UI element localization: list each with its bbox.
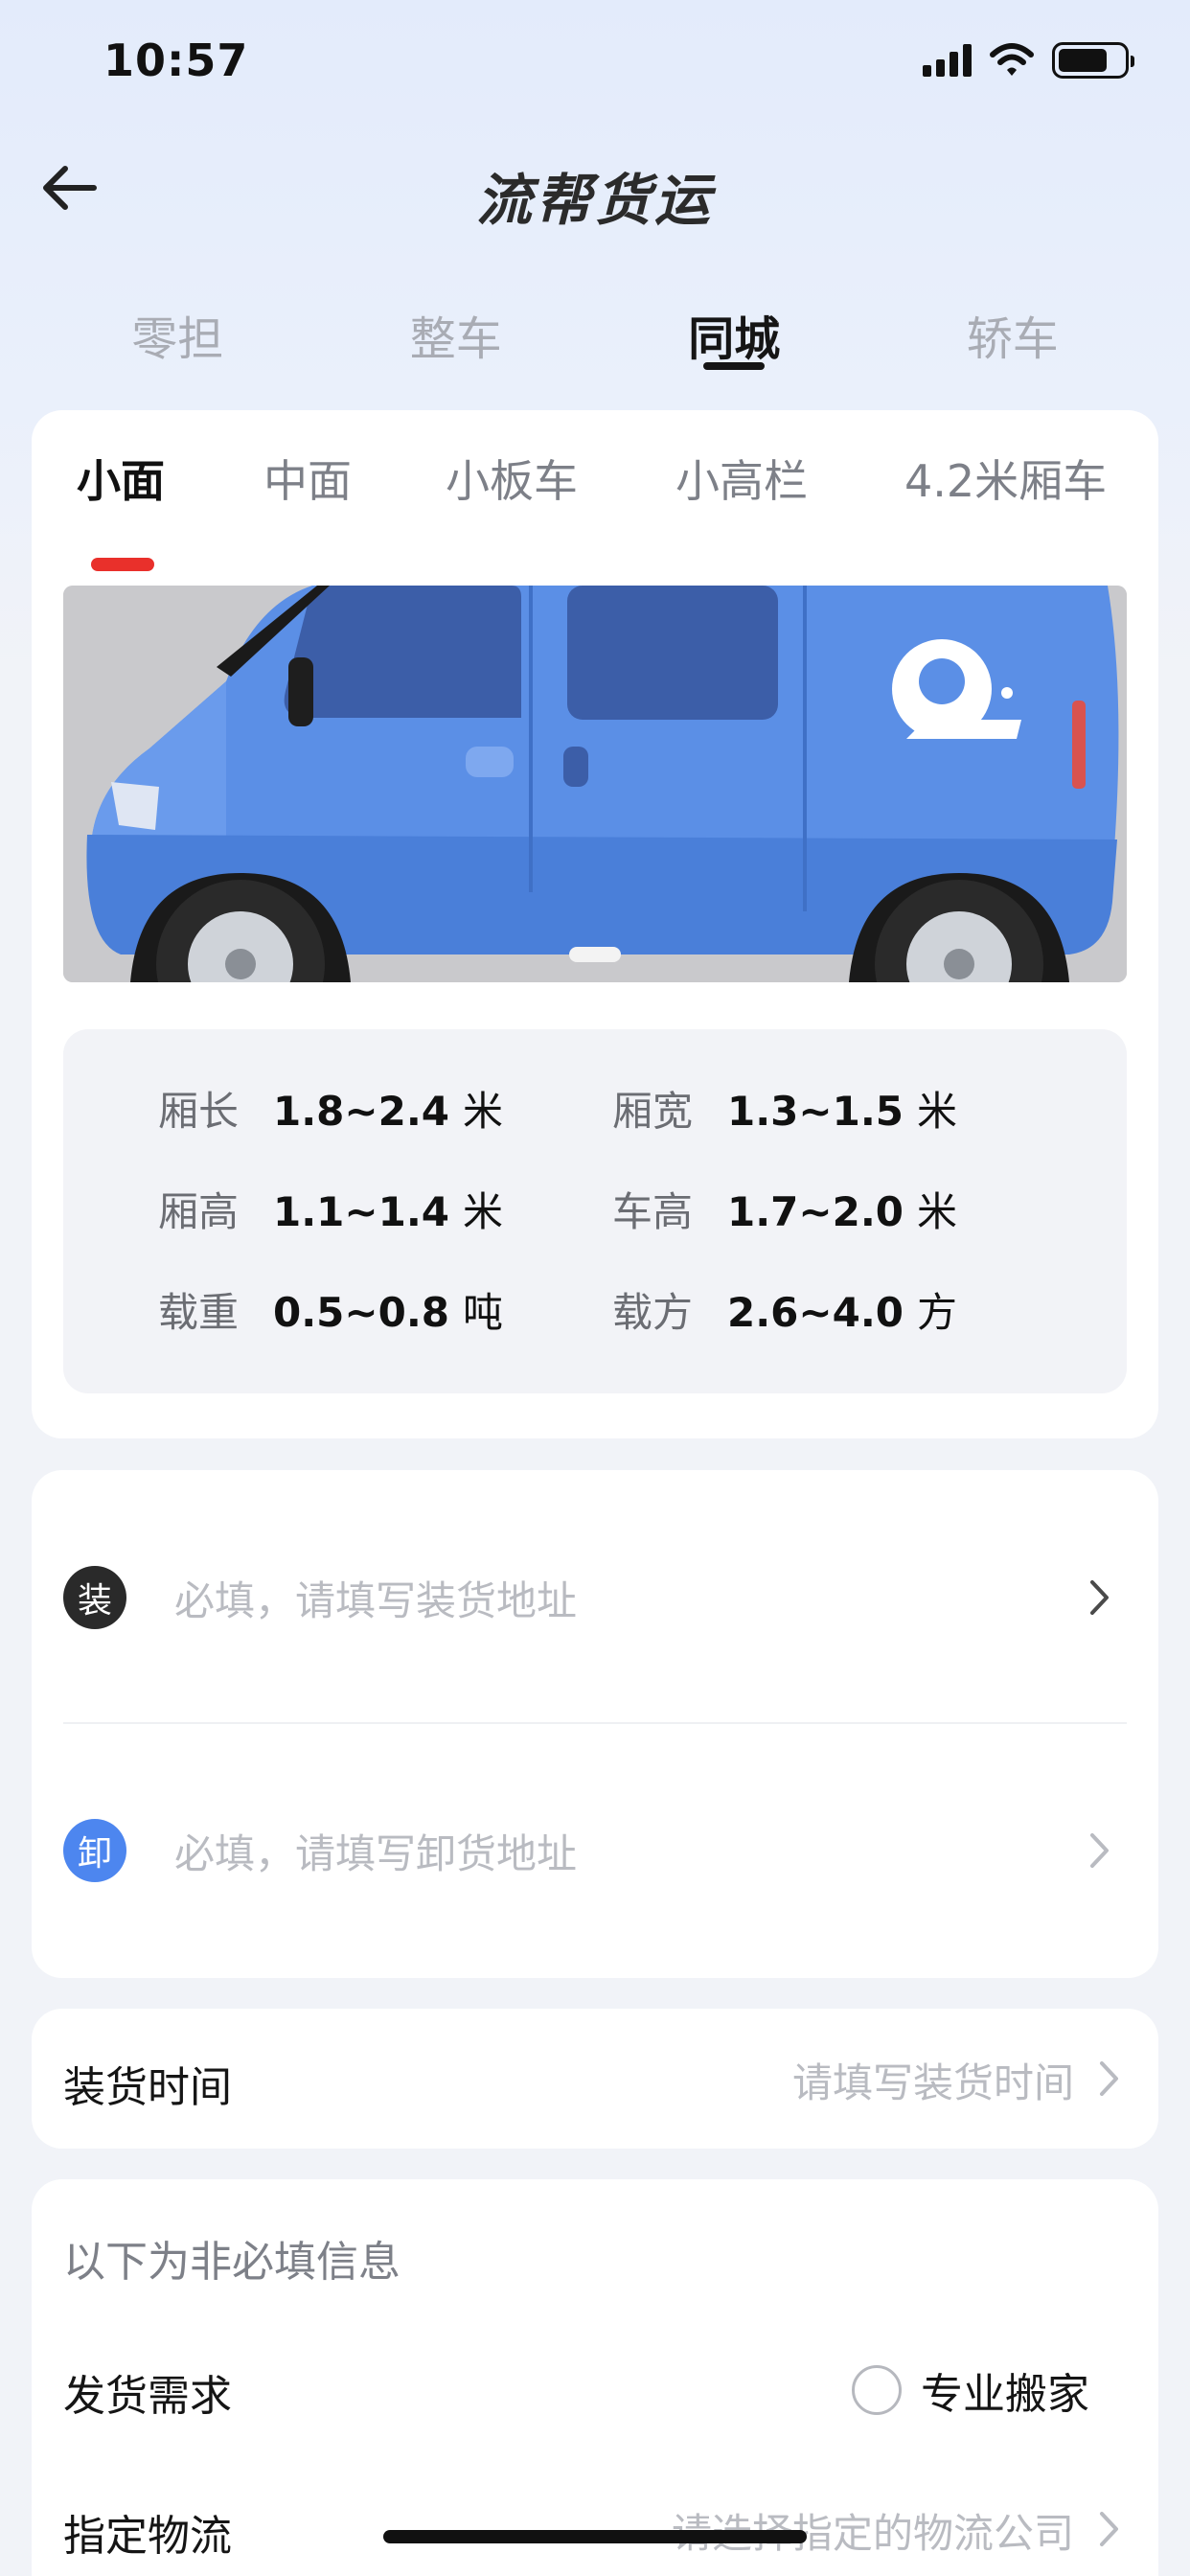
spec-label: 厢高 [158, 1188, 240, 1235]
load-badge: 装 [63, 1566, 126, 1629]
spec-value: 1.1~1.4 [273, 1188, 449, 1235]
load-address-row[interactable]: 装 必填，请填写装货地址 [63, 1554, 1127, 1641]
chevron-right-icon [1099, 2060, 1120, 2101]
chevron-right-icon [1081, 1578, 1119, 1617]
chevron-right-icon [1081, 1831, 1119, 1870]
tab-ltl[interactable]: 零担 [38, 288, 317, 383]
spec-value: 0.5~0.8 [273, 1289, 449, 1336]
status-time: 10:57 [103, 34, 249, 86]
tab-car-transport[interactable]: 轿车 [874, 288, 1153, 383]
vehicle-tab-indicator [91, 558, 154, 571]
spec-row: 厢高 1.1~1.4 米 车高 1.7~2.0 米 [63, 1180, 1127, 1237]
unload-address-placeholder: 必填，请填写卸货地址 [174, 1829, 578, 1877]
spec-panel: 厢长 1.8~2.4 米 厢宽 1.3~1.5 米 厢高 1.1~1.4 米 车… [63, 1029, 1127, 1393]
spec-value: 1.3~1.5 [727, 1088, 904, 1135]
page-title: 流帮货运 [475, 168, 714, 233]
chevron-right-icon [1099, 2511, 1120, 2551]
spec-value: 1.8~2.4 [273, 1088, 449, 1135]
home-indicator [383, 2530, 807, 2543]
demand-label: 发货需求 [63, 2372, 232, 2421]
vehicle-card: 小面 中面 小板车 小高栏 4.2米厢车 厢长 1.8~2.4 米 厢宽 1.3… [32, 410, 1158, 1438]
spec-unit: 方 [917, 1289, 958, 1336]
spec-value: 1.7~2.0 [727, 1188, 904, 1235]
vehicle-tabs: 小面 中面 小板车 小高栏 4.2米厢车 [32, 447, 1158, 542]
spec-item-height: 厢高 1.1~1.4 米 [158, 1180, 503, 1238]
vehicle-tab-flatbed[interactable]: 小板车 [446, 447, 578, 510]
optional-info-card: 以下为非必填信息 发货需求 专业搬家 指定物流 请选择指定的物流公司 [32, 2179, 1158, 2576]
spec-item-load: 载重 0.5~0.8 吨 [158, 1280, 503, 1339]
signal-icon [923, 44, 972, 77]
spec-unit: 米 [463, 1188, 504, 1235]
spec-unit: 米 [917, 1188, 958, 1235]
tab-same-city[interactable]: 同城 [595, 288, 874, 383]
van-image [63, 586, 1127, 982]
spec-item-width: 厢宽 1.3~1.5 米 [612, 1079, 957, 1138]
professional-moving-option[interactable]: 专业搬家 [852, 2359, 1089, 2421]
unload-address-row[interactable]: 卸 必填，请填写卸货地址 [63, 1807, 1127, 1894]
spec-item-length: 厢长 1.8~2.4 米 [158, 1079, 503, 1138]
nav-bar: 流帮货运 [0, 134, 1190, 249]
load-time-label: 装货时间 [63, 2063, 232, 2112]
spec-label: 车高 [612, 1188, 694, 1235]
load-time-selector[interactable]: 请填写装货时间 [792, 2051, 1120, 2109]
address-card: 装 必填，请填写装货地址 卸 必填，请填写卸货地址 [32, 1470, 1158, 1978]
spec-item-vehicle-height: 车高 1.7~2.0 米 [612, 1180, 957, 1238]
spec-row: 载重 0.5~0.8 吨 载方 2.6~4.0 方 [63, 1280, 1127, 1338]
load-time-placeholder: 请填写装货时间 [791, 2059, 1074, 2106]
spec-item-volume: 载方 2.6~4.0 方 [612, 1280, 957, 1339]
spec-label: 厢宽 [612, 1088, 694, 1135]
tab-full-truck[interactable]: 整车 [317, 288, 596, 383]
spec-unit: 米 [463, 1088, 504, 1135]
logistics-label: 指定物流 [63, 2512, 232, 2561]
spec-label: 载重 [158, 1289, 240, 1336]
wifi-icon [990, 43, 1034, 76]
top-tabs: 零担 整车 同城 轿车 [38, 288, 1152, 383]
radio-icon[interactable] [852, 2365, 902, 2415]
load-address-placeholder: 必填，请填写装货地址 [174, 1576, 578, 1624]
spec-label: 厢长 [158, 1088, 240, 1135]
page: 10:57 流帮货运 零担 整车 同城 轿车 小面 中面 小板车 小高栏 4.2… [0, 0, 1190, 2576]
radio-label: 专业搬家 [921, 2370, 1089, 2419]
load-time-card[interactable]: 装货时间 请填写装货时间 [32, 2009, 1158, 2149]
spec-unit: 吨 [463, 1289, 504, 1336]
status-icons [923, 42, 1134, 79]
spec-unit: 米 [917, 1088, 958, 1135]
unload-badge: 卸 [63, 1819, 126, 1882]
vehicle-tab-small-van[interactable]: 小面 [77, 447, 165, 510]
spec-label: 载方 [612, 1289, 694, 1336]
spec-row: 厢长 1.8~2.4 米 厢宽 1.3~1.5 米 [63, 1079, 1127, 1137]
status-bar: 10:57 [0, 0, 1190, 134]
spec-value: 2.6~4.0 [727, 1289, 904, 1336]
vehicle-tab-medium-van[interactable]: 中面 [263, 447, 352, 510]
optional-title: 以下为非必填信息 [63, 2238, 400, 2287]
battery-icon [1052, 42, 1134, 79]
divider [63, 1722, 1127, 1724]
vehicle-tab-box-truck[interactable]: 4.2米厢车 [904, 447, 1107, 510]
vehicle-tab-high-rail[interactable]: 小高栏 [675, 447, 808, 510]
